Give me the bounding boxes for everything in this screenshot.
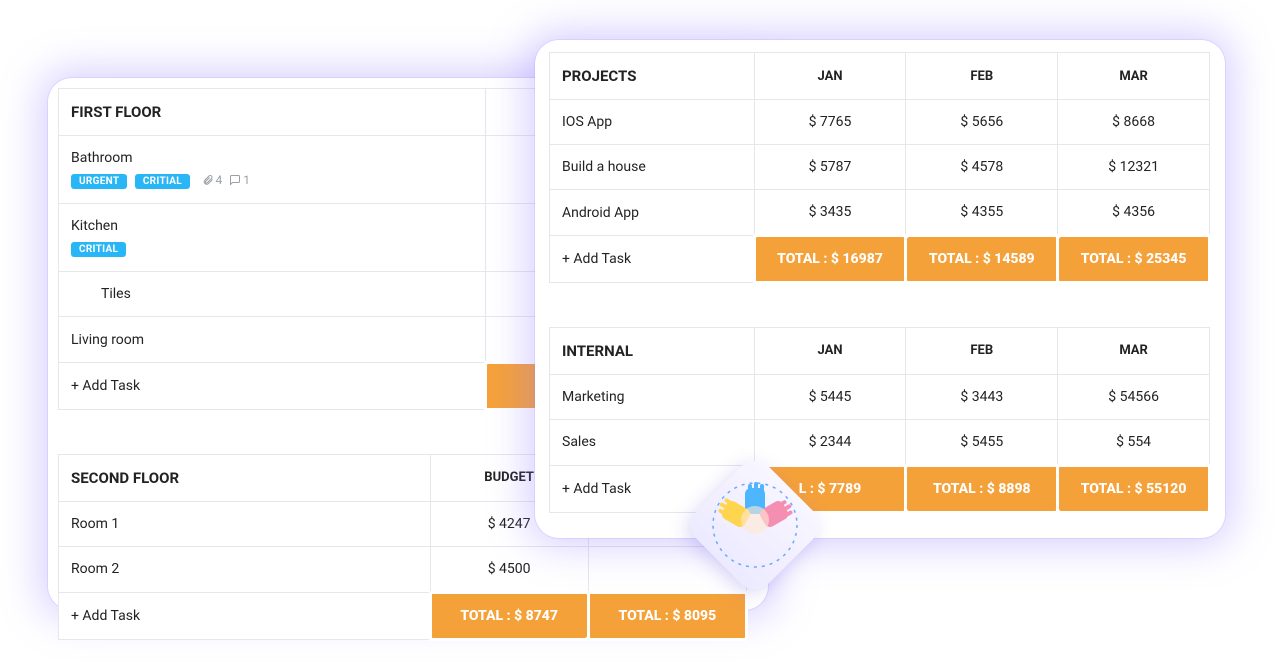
- table-row[interactable]: Sales $ 2344 $ 5455 $ 554: [550, 419, 1210, 465]
- task-name: Living room: [59, 317, 486, 363]
- task-name: Room 2: [59, 546, 431, 592]
- task-name: Marketing: [550, 374, 755, 419]
- table-row[interactable]: Marketing $ 5445 $ 3443 $ 54566: [550, 374, 1210, 419]
- table-row[interactable]: Room 2 $ 4500: [59, 546, 747, 592]
- attachment-count: 4: [202, 173, 226, 187]
- col-header: MAR: [1058, 327, 1210, 374]
- paperclip-icon: [202, 174, 214, 186]
- section-title: INTERNAL: [550, 327, 755, 374]
- handshake-icon: [690, 460, 820, 590]
- task-name: Build a house: [550, 145, 755, 190]
- table-row[interactable]: IOS App $ 7765 $ 5656 $ 8668: [550, 100, 1210, 145]
- badge-critical: CRITIAL: [71, 242, 126, 257]
- comment-count: 1: [229, 173, 250, 187]
- projects-table: PROJECTS JAN FEB MAR IOS App $ 7765 $ 56…: [549, 52, 1211, 327]
- badge-urgent: URGENT: [71, 174, 127, 189]
- task-name: Kitchen: [71, 218, 473, 234]
- section-title: PROJECTS: [550, 53, 755, 100]
- total-cell: TOTAL : $ 14589: [906, 236, 1058, 283]
- section-title: FIRST FLOOR: [59, 89, 486, 136]
- task-name: Room 1: [59, 501, 431, 546]
- col-header: FEB: [906, 53, 1058, 100]
- total-cell: TOTAL : $ 8095: [588, 592, 746, 639]
- col-header: MAR: [1058, 53, 1210, 100]
- task-name: Tiles: [59, 272, 486, 317]
- table-row[interactable]: Android App $ 3435 $ 4355 $ 4356: [550, 190, 1210, 236]
- add-task-button[interactable]: + Add Task: [550, 236, 755, 283]
- budget-cell: $ 4500: [430, 546, 588, 592]
- internal-table: INTERNAL JAN FEB MAR Marketing $ 5445 $ …: [549, 327, 1211, 514]
- task-name: Bathroom: [71, 150, 473, 166]
- total-cell: TOTAL : $ 8747: [430, 592, 588, 639]
- col-header: JAN: [754, 53, 906, 100]
- col-header: JAN: [754, 327, 906, 374]
- total-cell: TOTAL : $ 8898: [906, 465, 1058, 512]
- total-cell: TOTAL : $ 25345: [1058, 236, 1210, 283]
- total-cell: TOTAL : $ 16987: [754, 236, 906, 283]
- add-task-button[interactable]: + Add Task: [59, 592, 431, 639]
- right-panel: PROJECTS JAN FEB MAR IOS App $ 7765 $ 56…: [535, 40, 1225, 538]
- table-row[interactable]: Build a house $ 5787 $ 4578 $ 12321: [550, 145, 1210, 190]
- badge-critical: CRITIAL: [135, 174, 190, 189]
- total-cell: TOTAL : $ 55120: [1058, 465, 1210, 512]
- section-title: SECOND FLOOR: [59, 454, 431, 501]
- task-name: Sales: [550, 419, 755, 465]
- comment-icon: [229, 174, 241, 186]
- task-name: IOS App: [550, 100, 755, 145]
- add-task-button[interactable]: + Add Task: [59, 363, 486, 410]
- col-header: FEB: [906, 327, 1058, 374]
- task-name: Android App: [550, 190, 755, 236]
